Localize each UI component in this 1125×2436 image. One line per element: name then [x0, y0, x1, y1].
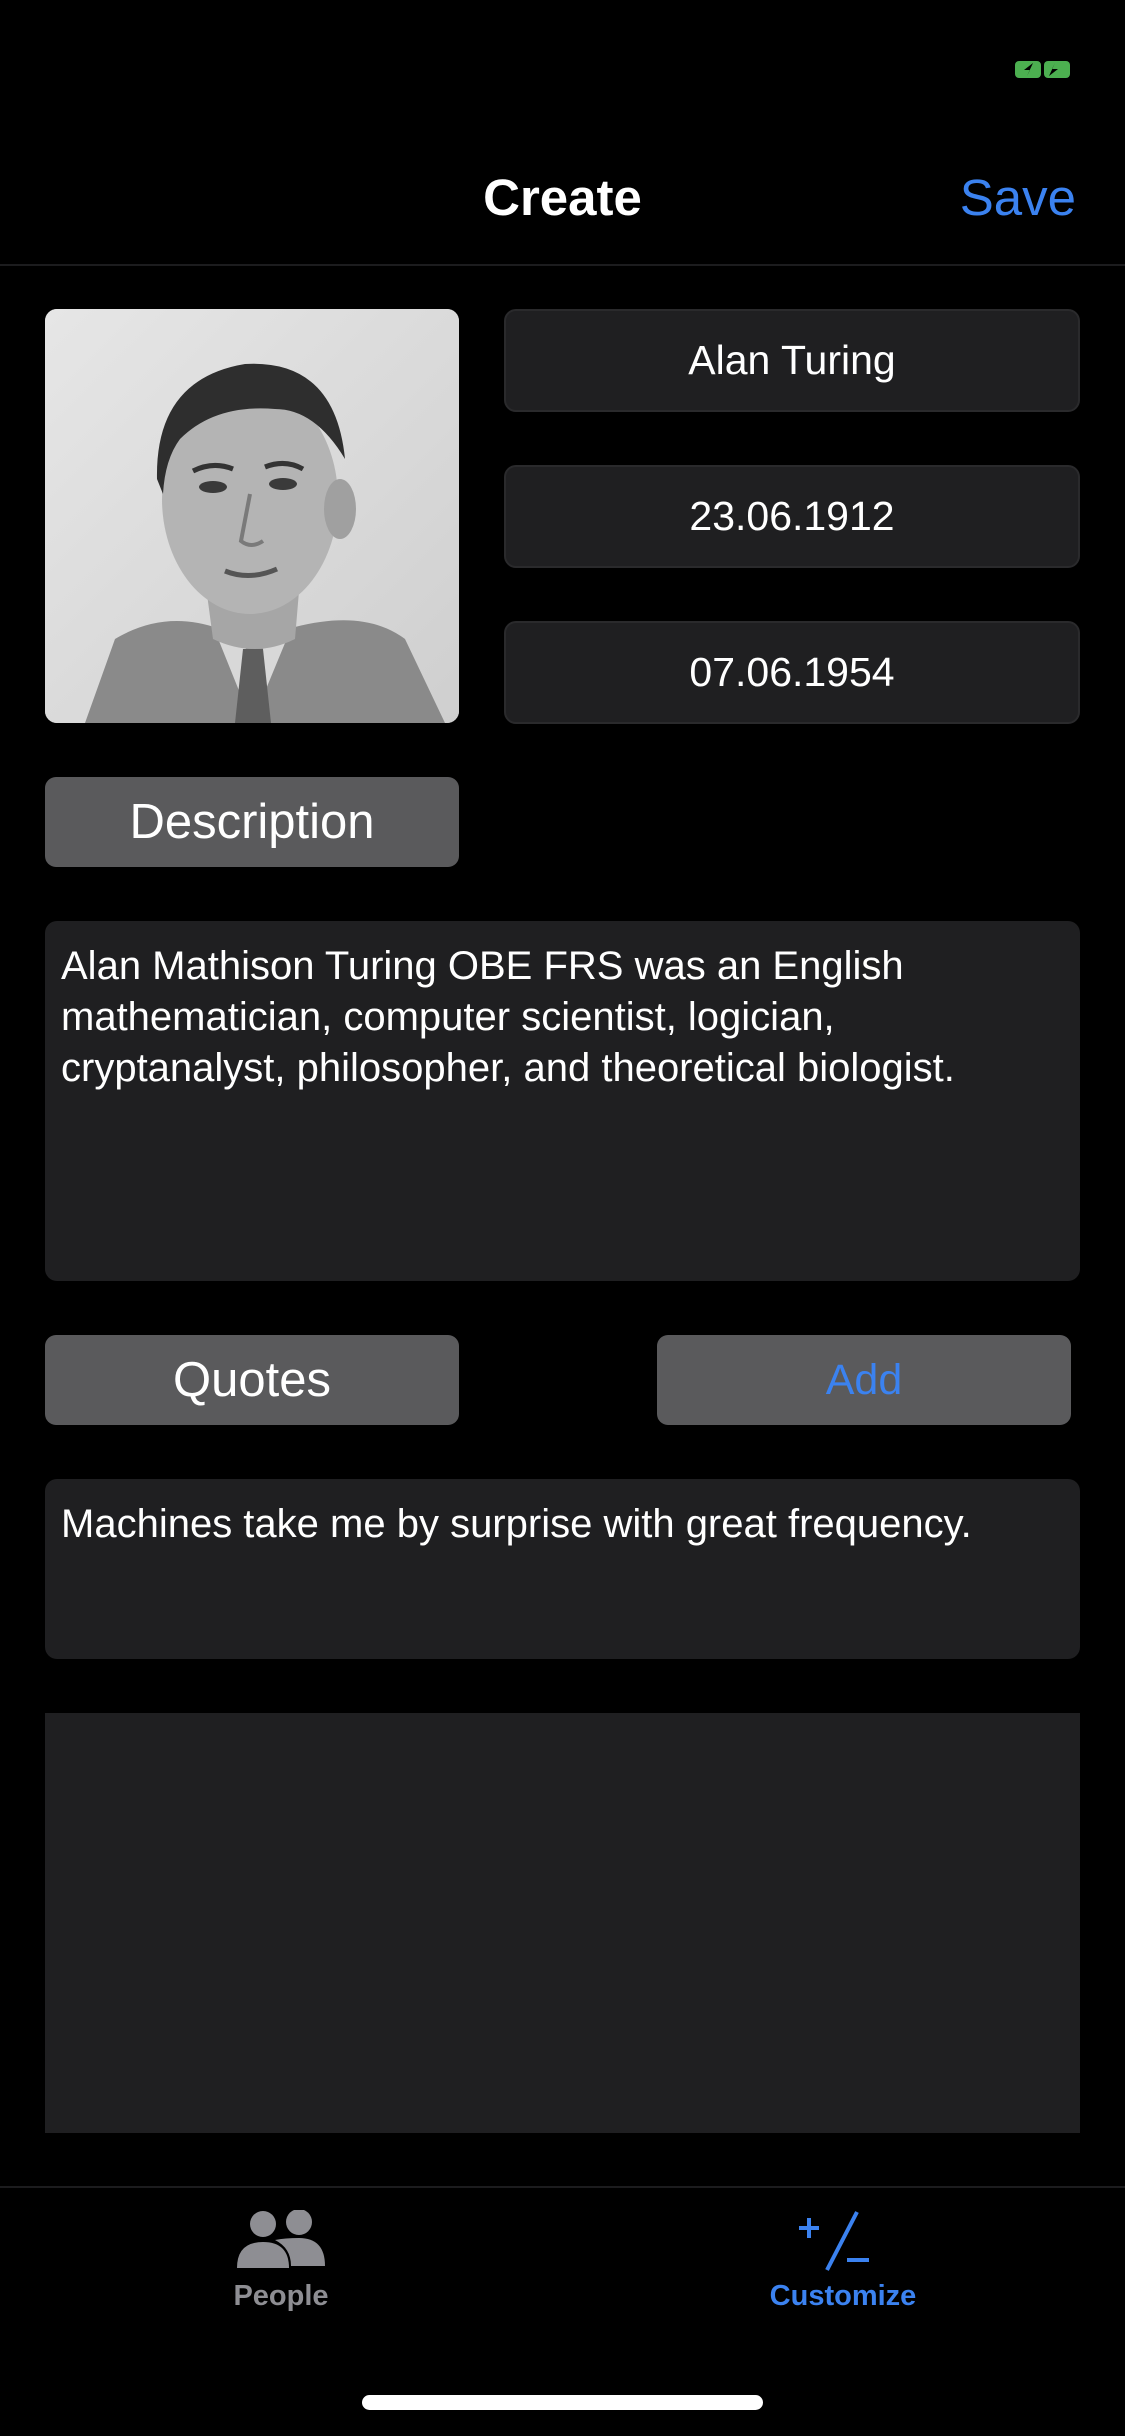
- nav-divider: [0, 264, 1125, 266]
- name-field[interactable]: [504, 309, 1080, 412]
- add-quote-button[interactable]: Add: [657, 1335, 1071, 1425]
- people-icon: [237, 2210, 325, 2268]
- customize-icon: [799, 2211, 869, 2271]
- battery-icon: [1015, 61, 1070, 78]
- portrait-image: [45, 309, 459, 723]
- tabbar-divider: [0, 2186, 1125, 2188]
- tab-people-label: People: [233, 2280, 329, 2312]
- quotes-label: Quotes: [45, 1335, 459, 1425]
- quotes-list-area: [45, 1713, 1080, 2133]
- portrait-photo[interactable]: [45, 309, 459, 723]
- tab-people[interactable]: People: [131, 2210, 431, 2340]
- tab-customize-label: Customize: [769, 2280, 917, 2312]
- home-indicator[interactable]: [362, 2395, 763, 2410]
- create-screen: Create Save Alan Turing 23.06.1912 07.06…: [0, 0, 1125, 2436]
- death-date-field[interactable]: [504, 621, 1080, 724]
- description-textarea[interactable]: Alan Mathison Turing OBE FRS was an Engl…: [45, 921, 1080, 1281]
- quote-item[interactable]: Machines take me by surprise with great …: [45, 1479, 1080, 1659]
- tab-customize[interactable]: Customize: [693, 2210, 993, 2340]
- birth-date-field[interactable]: [504, 465, 1080, 568]
- save-button[interactable]: Save: [960, 166, 1076, 230]
- description-label: Description: [45, 777, 459, 867]
- page-title: Create: [483, 169, 642, 226]
